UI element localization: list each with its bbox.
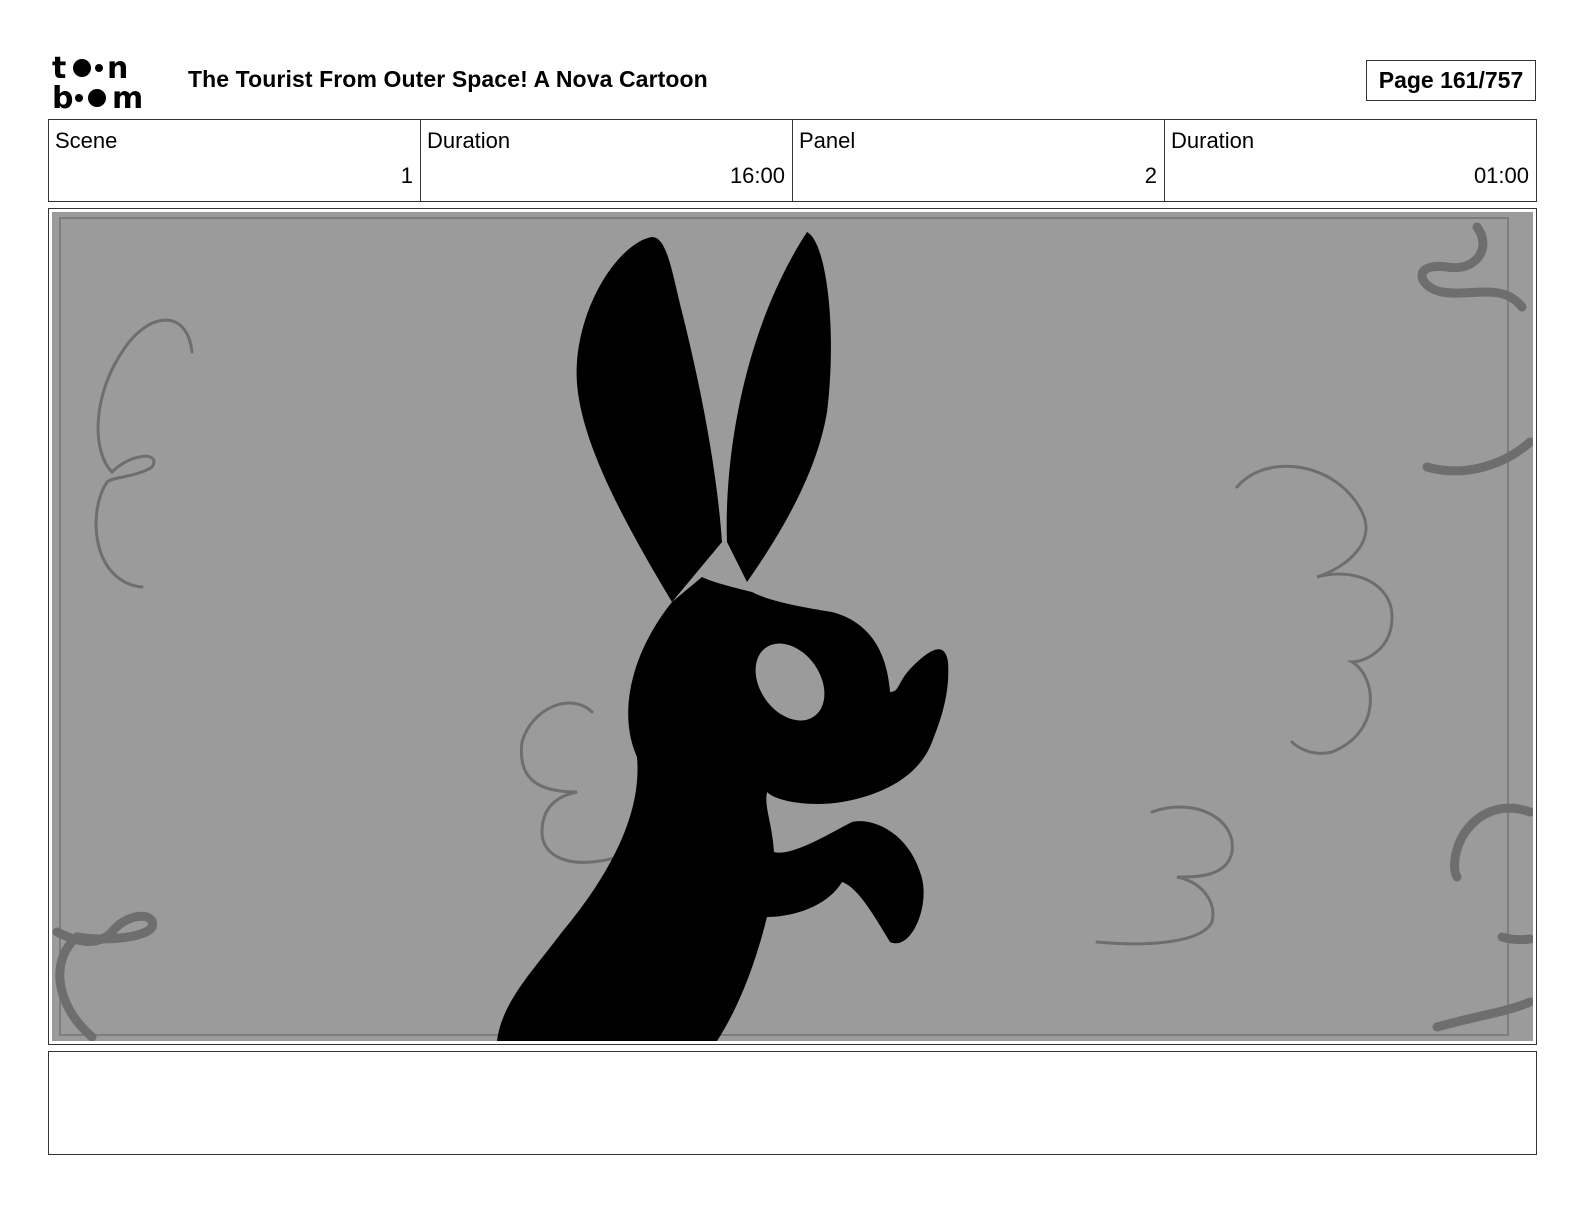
scene-duration-label: Duration [427,128,511,153]
document-title: The Tourist From Outer Space! A Nova Car… [188,66,708,92]
panel-value: 2 [1144,163,1157,188]
scene-duration-value: 16:00 [729,163,785,188]
toon-boom-logo: t n b m [52,51,143,112]
scene-value: 1 [400,163,413,188]
panel-cell: Panel 2 [793,120,1165,201]
scene-duration-cell: Duration 16:00 [421,120,793,201]
panel-drawing [52,212,1533,1041]
panel-duration-value: 01:00 [1473,163,1529,188]
svg-text:m: m [112,81,143,112]
scene-label: Scene [55,128,118,153]
panel-notes-box[interactable] [48,1051,1537,1155]
panel-duration-cell: Duration 01:00 [1165,120,1536,201]
svg-text:b: b [52,81,73,112]
storyboard-panel [48,208,1537,1045]
scene-cell: Scene 1 [49,120,421,201]
panel-duration-label: Duration [1171,128,1255,153]
page-indicator: Page 161/757 [1366,60,1536,101]
scene-info-table: Scene 1 Duration 16:00 Panel 2 Duration … [48,119,1537,202]
panel-label: Panel [799,128,856,153]
